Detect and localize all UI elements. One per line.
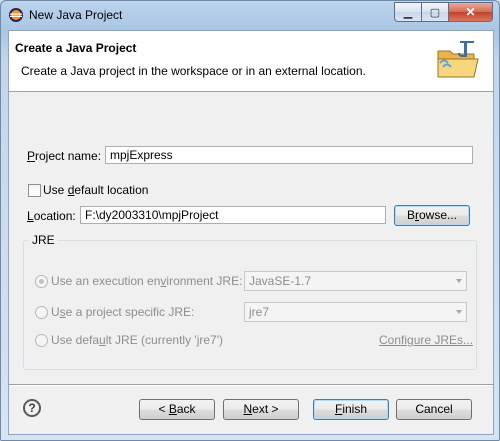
project-specific-jre-label[interactable]: Use a project specific JRE: xyxy=(51,305,194,319)
default-jre-radio[interactable] xyxy=(35,334,48,347)
dialog-client-area: Create a Java Project Create a Java proj… xyxy=(8,30,494,435)
use-default-location-checkbox[interactable] xyxy=(28,184,41,197)
help-icon[interactable]: ? xyxy=(23,399,41,417)
execution-env-label[interactable]: Use an execution environment JRE: xyxy=(51,274,242,288)
chevron-down-icon xyxy=(456,279,462,283)
button-bar: ? < Back Next > Finish Cancel xyxy=(9,386,493,434)
execution-env-radio[interactable] xyxy=(35,275,48,288)
title-bar[interactable]: New Java Project ▁ ▢ ✕ xyxy=(1,1,499,29)
browse-button[interactable]: Browse... xyxy=(394,205,470,226)
default-jre-label[interactable]: Use default JRE (currently 'jre7') xyxy=(51,333,223,347)
eclipse-icon xyxy=(9,8,23,22)
use-default-location-label[interactable]: Use default location xyxy=(43,183,148,197)
maximize-button[interactable]: ▢ xyxy=(421,2,448,22)
dialog-window: New Java Project ▁ ▢ ✕ Create a Java Pro… xyxy=(0,0,500,441)
minimize-icon: ▁ xyxy=(403,6,413,19)
execution-env-select[interactable]: JavaSE-1.7 xyxy=(244,271,467,291)
chevron-down-icon xyxy=(456,310,462,314)
wizard-description: Create a Java project in the workspace o… xyxy=(21,64,366,78)
close-icon: ✕ xyxy=(465,5,476,19)
close-button[interactable]: ✕ xyxy=(448,2,493,22)
back-button[interactable]: < Back xyxy=(139,399,215,420)
wizard-banner: Create a Java Project Create a Java proj… xyxy=(9,31,493,92)
new-java-project-icon xyxy=(437,41,479,78)
wizard-title: Create a Java Project xyxy=(15,41,137,55)
next-button[interactable]: Next > xyxy=(223,399,299,420)
maximize-icon: ▢ xyxy=(429,6,441,19)
project-specific-jre-select[interactable]: jre7 xyxy=(244,302,467,322)
project-name-input[interactable]: mpjExpress xyxy=(105,146,473,164)
location-label: Location: xyxy=(27,209,76,223)
finish-button[interactable]: Finish xyxy=(313,399,389,420)
project-name-label: Project name: xyxy=(27,149,102,163)
window-title: New Java Project xyxy=(29,8,123,22)
location-input[interactable]: F:\dy2003310\mpjProject xyxy=(80,206,386,224)
jre-group-title: JRE xyxy=(29,233,58,247)
cancel-button[interactable]: Cancel xyxy=(396,399,472,420)
wizard-form: Project name: mpjExpress Use default loc… xyxy=(9,92,493,382)
project-specific-jre-radio[interactable] xyxy=(35,306,48,319)
configure-jres-link[interactable]: Configure JREs... xyxy=(379,333,473,347)
minimize-button[interactable]: ▁ xyxy=(394,2,421,22)
